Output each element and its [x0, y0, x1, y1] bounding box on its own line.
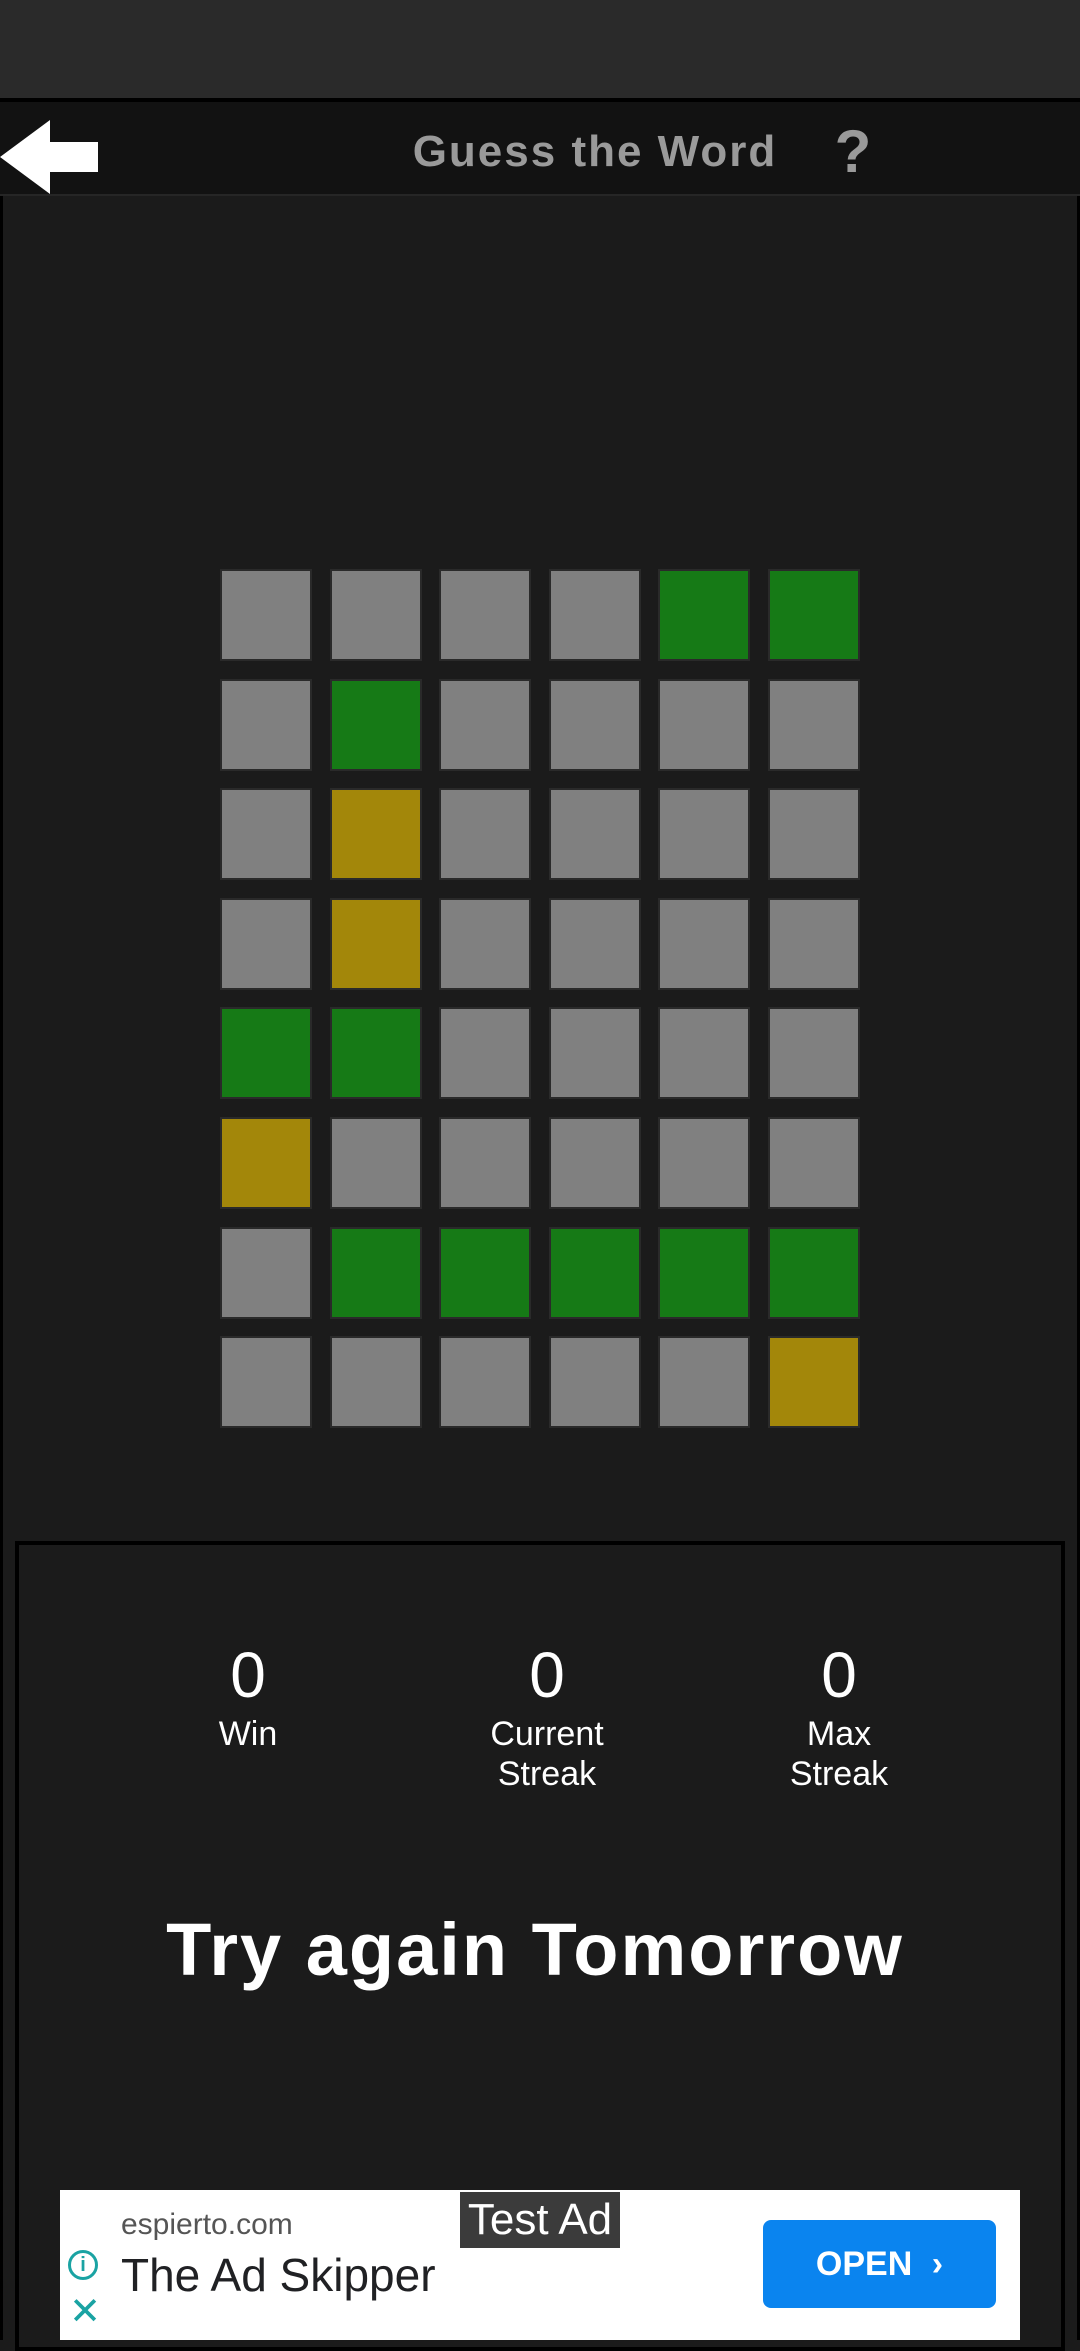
grid-tile-gray	[220, 897, 312, 990]
stat-current-streak: 0 Current Streak	[437, 1640, 657, 1794]
grid-tile-gray	[329, 569, 422, 661]
grid-tile-yellow	[329, 897, 422, 990]
grid-tile-gray	[658, 1116, 751, 1209]
grid-tile-yellow	[329, 788, 422, 881]
grid-tile-gray	[220, 678, 312, 771]
grid-tile-gray	[220, 788, 312, 881]
grid-tile-gray	[439, 1116, 532, 1209]
grid-tile-gray	[220, 1226, 312, 1319]
max-streak-count: 0	[821, 1639, 857, 1711]
grid-tile-yellow	[767, 1336, 860, 1429]
grid-tile-yellow	[220, 1116, 312, 1209]
grid-tile-gray	[767, 1007, 860, 1100]
grid-tile-gray	[329, 1336, 422, 1429]
max-streak-label: Max Streak	[789, 1715, 889, 1793]
current-streak-label: Current Streak	[490, 1715, 604, 1793]
grid-tile-green	[658, 569, 751, 661]
back-arrow-icon	[0, 120, 98, 194]
grid-tile-green	[767, 569, 860, 661]
stat-max-streak: 0 Max Streak	[729, 1640, 949, 1794]
grid-tile-gray	[548, 788, 641, 881]
grid-tile-gray	[548, 569, 641, 661]
grid-tile-gray	[767, 678, 860, 771]
grid-tile-gray	[658, 788, 751, 881]
ad-info-icon[interactable]: i	[68, 2250, 98, 2280]
grid-tile-gray	[767, 1116, 860, 1209]
grid-tile-gray	[439, 569, 532, 661]
chevron-right-icon: ›	[931, 2245, 944, 2283]
grid-tile-green	[658, 1226, 751, 1319]
grid-tile-gray	[548, 897, 641, 990]
grid-tile-gray	[220, 569, 312, 661]
win-label: Win	[218, 1715, 278, 1753]
grid-tile-gray	[548, 1116, 641, 1209]
test-ad-badge: Test Ad	[460, 2192, 620, 2248]
grid-tile-gray	[767, 897, 860, 990]
grid-tile-green	[548, 1226, 641, 1319]
grid-tile-gray	[658, 1336, 751, 1429]
grid-tile-gray	[767, 788, 860, 881]
grid-tile-gray	[439, 678, 532, 771]
guess-grid	[220, 569, 860, 1429]
grid-tile-green	[329, 678, 422, 771]
grid-tile-gray	[439, 1007, 532, 1100]
ad-close-icon[interactable]: ✕	[68, 2292, 102, 2332]
grid-tile-gray	[439, 1336, 532, 1429]
help-button[interactable]: ?	[828, 116, 878, 188]
ad-banner[interactable]: Test Ad i ✕ espierto.com The Ad Skipper …	[60, 2190, 1020, 2340]
page-title: Guess the Word	[412, 127, 778, 176]
grid-tile-gray	[548, 678, 641, 771]
grid-tile-green	[329, 1007, 422, 1100]
ad-domain: espierto.com	[121, 2208, 293, 2241]
ad-open-button[interactable]: OPEN ›	[763, 2220, 996, 2308]
grid-tile-gray	[658, 678, 751, 771]
grid-tile-gray	[329, 1116, 422, 1209]
ad-title: The Ad Skipper	[121, 2249, 436, 2301]
grid-tile-gray	[220, 1336, 312, 1429]
stat-win: 0 Win	[138, 1640, 358, 1754]
grid-tile-gray	[658, 897, 751, 990]
win-count: 0	[230, 1639, 266, 1711]
status-bar	[0, 0, 1080, 98]
grid-tile-green	[329, 1226, 422, 1319]
ad-open-label: OPEN	[815, 2245, 913, 2283]
grid-tile-gray	[439, 897, 532, 990]
grid-tile-gray	[548, 1336, 641, 1429]
grid-tile-green	[439, 1226, 532, 1319]
grid-tile-gray	[658, 1007, 751, 1100]
grid-tile-gray	[548, 1007, 641, 1100]
grid-tile-gray	[439, 788, 532, 881]
grid-tile-green	[767, 1226, 860, 1319]
back-button[interactable]	[0, 118, 100, 196]
result-message: Try again Tomorrow	[166, 1908, 904, 1991]
current-streak-count: 0	[529, 1639, 565, 1711]
grid-tile-green	[220, 1007, 312, 1100]
